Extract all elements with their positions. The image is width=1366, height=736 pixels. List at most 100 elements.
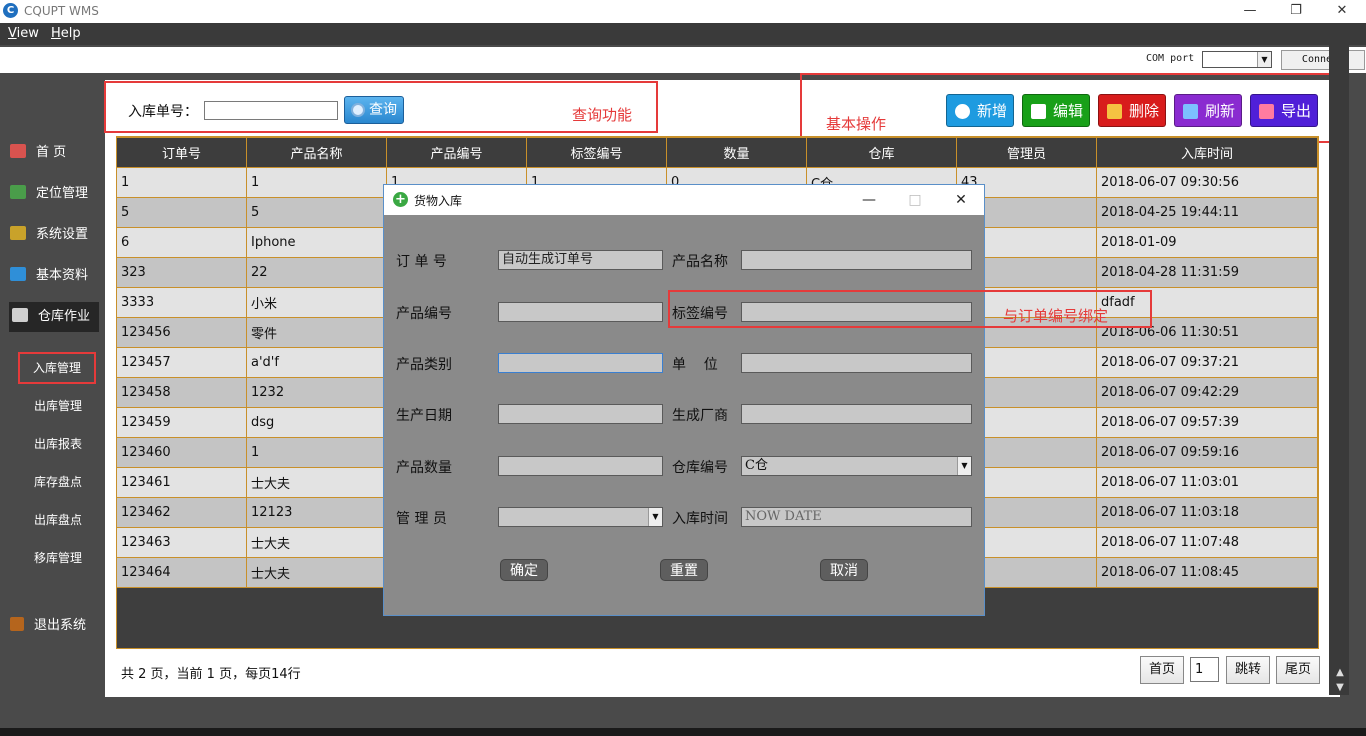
table-cell: 5 [246, 197, 387, 228]
nav-warehouse[interactable]: 仓库作业 [9, 302, 99, 332]
menu-bar [0, 23, 1366, 45]
com-port-select[interactable]: ▼ [1202, 51, 1272, 68]
subnav-outbound[interactable]: 出库管理 [20, 391, 96, 421]
home-icon [10, 144, 26, 158]
nav-location[interactable]: 定位管理 [10, 179, 100, 209]
subnav-outbound-check[interactable]: 出库盘点 [20, 505, 96, 535]
jump-button[interactable]: 跳转 [1226, 656, 1270, 684]
add-circle-icon: + [393, 192, 408, 207]
table-cell: 2018-04-28 11:31:59 [1096, 257, 1318, 288]
category-field[interactable] [498, 353, 663, 373]
column-header[interactable]: 订单号 [116, 137, 247, 168]
menu-view[interactable]: View [8, 26, 39, 41]
map-icon [10, 185, 26, 199]
nav-home-label: 首 页 [36, 145, 67, 160]
quantity-label: 产品数量 [396, 460, 452, 476]
column-header[interactable]: 产品编号 [386, 137, 527, 168]
query-annotation-label: 查询功能 [572, 106, 633, 124]
table-cell: 2018-06-07 09:59:16 [1096, 437, 1318, 468]
column-header[interactable]: 管理员 [956, 137, 1097, 168]
category-label: 产品类别 [396, 357, 452, 373]
table-cell: 士大夫 [246, 467, 387, 498]
exit-door-icon [10, 617, 24, 631]
table-cell: dsg [246, 407, 387, 438]
subnav-transfer[interactable]: 移库管理 [20, 543, 96, 573]
nav-basic-data-label: 基本资料 [36, 268, 89, 283]
menu-help-mnemonic: H [51, 26, 61, 41]
nav-exit-label: 退出系统 [34, 618, 87, 633]
connect-button[interactable]: Connect [1281, 50, 1365, 70]
scroll-up-icon[interactable]: ▲ [1333, 666, 1347, 680]
unit-label: 单 位 [672, 357, 718, 373]
unit-field[interactable] [741, 353, 972, 373]
column-header[interactable]: 入库时间 [1096, 137, 1318, 168]
table-cell: 123461 [116, 467, 247, 498]
quantity-field[interactable] [498, 456, 663, 476]
product-name-label: 产品名称 [672, 254, 728, 270]
dialog-title: 货物入库 [414, 194, 463, 208]
subnav-inbound[interactable]: 入库管理 [18, 352, 96, 384]
tag-annotation-label: 与订单编号绑定 [1003, 307, 1109, 325]
dialog-minimize-button[interactable]: — [846, 185, 892, 215]
book-icon [12, 308, 28, 322]
dialog-maximize-button: □ [908, 192, 922, 208]
maker-field[interactable] [741, 404, 972, 424]
nav-exit[interactable]: 退出系统 [10, 611, 100, 641]
prod-date-field[interactable] [498, 404, 663, 424]
warehouse-select[interactable]: C仓 ▼ [741, 456, 972, 476]
ops-annotation-label: 基本操作 [826, 115, 887, 133]
table-cell: 123464 [116, 557, 247, 588]
warehouse-label: 仓库编号 [672, 460, 728, 476]
minimize-button[interactable]: — [1227, 0, 1273, 23]
last-page-button[interactable]: 尾页 [1276, 656, 1320, 684]
table-cell: 1 [116, 167, 247, 198]
product-code-field[interactable] [498, 302, 663, 322]
table-cell: 2018-06-07 11:08:45 [1096, 557, 1318, 588]
folder-icon [10, 267, 26, 281]
prod-date-label: 生产日期 [396, 408, 452, 424]
close-button[interactable]: ✕ [1319, 0, 1365, 23]
column-header[interactable]: 数量 [666, 137, 807, 168]
menu-view-mnemonic: V [8, 26, 17, 41]
table-cell: 123459 [116, 407, 247, 438]
nav-settings[interactable]: 系统设置 [10, 220, 100, 250]
table-cell: 零件 [246, 317, 387, 348]
nav-basic-data[interactable]: 基本资料 [10, 261, 100, 291]
dialog-close-button[interactable]: ✕ [938, 185, 984, 215]
vertical-scrollbar[interactable] [1329, 45, 1349, 695]
nav-home[interactable]: 首 页 [10, 138, 100, 168]
product-name-field[interactable] [741, 250, 972, 270]
table-cell: Iphone [246, 227, 387, 258]
subnav-inventory-check[interactable]: 库存盘点 [20, 467, 96, 497]
manager-label: 管 理 员 [396, 511, 447, 527]
column-header[interactable]: 产品名称 [246, 137, 387, 168]
order-no-field: 自动生成订单号 [498, 250, 663, 270]
table-cell: 小米 [246, 287, 387, 318]
table-cell: 2018-06-07 11:07:48 [1096, 527, 1318, 558]
table-cell: 2018-06-07 09:37:21 [1096, 347, 1318, 378]
cancel-button[interactable]: 取消 [820, 559, 868, 581]
table-cell: 123463 [116, 527, 247, 558]
app-logo-icon: C [3, 3, 18, 18]
table-cell: 2018-01-09 [1096, 227, 1318, 258]
reset-button[interactable]: 重置 [660, 559, 708, 581]
nav-warehouse-label: 仓库作业 [38, 309, 91, 324]
menu-view-label: iew [16, 26, 39, 41]
table-cell: 1232 [246, 377, 387, 408]
scroll-down-icon[interactable]: ▼ [1333, 681, 1347, 695]
menu-help[interactable]: Help [51, 26, 81, 41]
first-page-button[interactable]: 首页 [1140, 656, 1184, 684]
column-header[interactable]: 标签编号 [526, 137, 667, 168]
manager-select[interactable]: ▼ [498, 507, 663, 527]
table-cell: a'd'f [246, 347, 387, 378]
maker-label: 生成厂商 [672, 408, 728, 424]
confirm-button[interactable]: 确定 [500, 559, 548, 581]
table-cell: 123457 [116, 347, 247, 378]
maximize-button[interactable]: ❐ [1273, 0, 1319, 23]
time-field: NOW DATE [741, 507, 972, 527]
table-cell: 2018-04-25 19:44:11 [1096, 197, 1318, 228]
page-number-input[interactable]: 1 [1190, 657, 1219, 682]
column-header[interactable]: 仓库 [806, 137, 957, 168]
nav-settings-label: 系统设置 [36, 227, 89, 242]
subnav-outbound-report[interactable]: 出库报表 [20, 429, 96, 459]
